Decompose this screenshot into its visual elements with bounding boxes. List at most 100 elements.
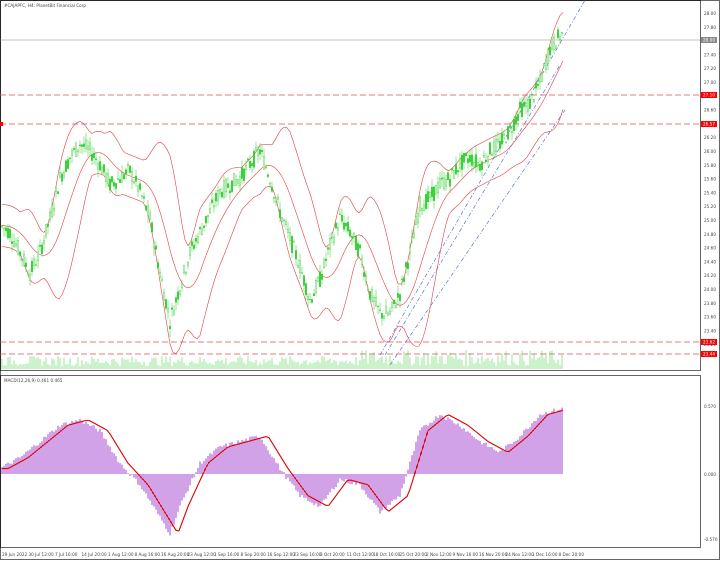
candle-body [539, 75, 541, 83]
time-axis-label: 23 Aug 12:00 [188, 552, 217, 557]
channel-upper[interactable] [379, 0, 586, 356]
candle-body [325, 258, 327, 261]
candle-body [421, 208, 423, 212]
candle-body [141, 195, 143, 197]
candle-body [535, 82, 537, 89]
candle-body [113, 181, 115, 187]
candle-body [237, 179, 239, 184]
candle-body [273, 196, 275, 199]
candle-body [49, 212, 51, 220]
candle-body [483, 155, 485, 158]
candle-body [17, 240, 19, 255]
candle-body [145, 205, 147, 210]
candle-body [193, 244, 195, 249]
price-candles [1, 26, 563, 338]
candle-body [461, 154, 463, 170]
candle-body [353, 232, 355, 237]
candle-body [87, 145, 89, 150]
time-axis-label: 1 Aug 12:00 [108, 552, 134, 557]
candle-body [1, 225, 3, 228]
channel-lower[interactable] [389, 109, 566, 366]
candle-body [217, 190, 219, 202]
candle-body [367, 289, 369, 291]
candle-body [553, 36, 555, 50]
candle-body [497, 139, 499, 142]
candle-body [183, 265, 185, 273]
level-marker [0, 122, 3, 126]
candle-body [289, 232, 291, 241]
candle-body [527, 99, 529, 112]
candle-body [551, 38, 553, 50]
candle-body [397, 293, 399, 298]
candle-body [263, 156, 265, 170]
candle-body [465, 153, 467, 157]
candle-body [61, 173, 63, 182]
time-axis-label: 2 Nov 12:00 [426, 552, 452, 557]
chart-canvas[interactable]: #CAJAPFC, H4: PlanetBit Financial Corp M… [0, 0, 720, 560]
candle-body [361, 258, 363, 265]
candle-body [417, 212, 419, 224]
candle-body [9, 229, 11, 239]
candle-body [315, 280, 317, 293]
candle-body [515, 116, 517, 124]
candle-body [395, 305, 397, 308]
candle-body [543, 63, 545, 66]
candle-body [337, 227, 339, 231]
candle-body [197, 236, 199, 244]
candle-body [117, 178, 119, 181]
candle-body [15, 243, 17, 246]
price-axis-label: 27.20 [704, 66, 716, 71]
candle-body [381, 313, 383, 319]
candle-body [403, 277, 405, 282]
candle-body [407, 263, 409, 270]
candle-body [439, 177, 441, 188]
candle-body [191, 241, 193, 246]
price-axis-label: 27.40 [704, 52, 716, 57]
candle-body [179, 290, 181, 295]
candle-body [43, 240, 45, 244]
time-axis-label: 24 Nov 12:00 [506, 552, 535, 557]
candle-body [311, 299, 313, 303]
candle-body [345, 223, 347, 227]
candle-body [255, 147, 257, 151]
candle-body [467, 158, 469, 164]
candle-body [11, 241, 13, 245]
price-axis-label: 25.00 [704, 218, 716, 223]
candle-body [35, 264, 37, 266]
candle-body [423, 204, 425, 211]
candle-body [371, 289, 373, 302]
candle-body [21, 258, 23, 260]
candle-body [135, 175, 137, 182]
candle-body [331, 232, 333, 238]
candle-body [433, 186, 435, 201]
candle-body [369, 291, 371, 300]
candle-body [257, 149, 259, 157]
channel-mid[interactable] [384, 64, 561, 356]
candle-body [63, 171, 65, 178]
candle-body [321, 274, 323, 280]
macd-axis-bottom: -0.570 [704, 537, 718, 542]
candle-body [265, 167, 267, 169]
candle-body [441, 177, 443, 180]
candle-body [93, 153, 95, 159]
candle-body [185, 271, 187, 274]
candle-body [271, 187, 273, 192]
candle-body [205, 215, 207, 224]
candle-body [147, 205, 149, 216]
candle-body [425, 194, 427, 209]
candle-body [151, 222, 153, 233]
candle-body [561, 32, 563, 34]
candle-body [531, 93, 533, 96]
support2-label: 23.44 [703, 352, 715, 357]
candle-body [503, 133, 505, 136]
time-axis-label: 16 Nov 20:00 [479, 552, 508, 557]
candle-body [471, 154, 473, 166]
candle-body [393, 299, 395, 304]
candle-body [69, 157, 71, 160]
candle-body [245, 165, 247, 170]
candle-body [33, 258, 35, 266]
candle-body [309, 298, 311, 301]
candle-body [239, 176, 241, 187]
candle-body [511, 131, 513, 133]
candle-body [71, 150, 73, 156]
